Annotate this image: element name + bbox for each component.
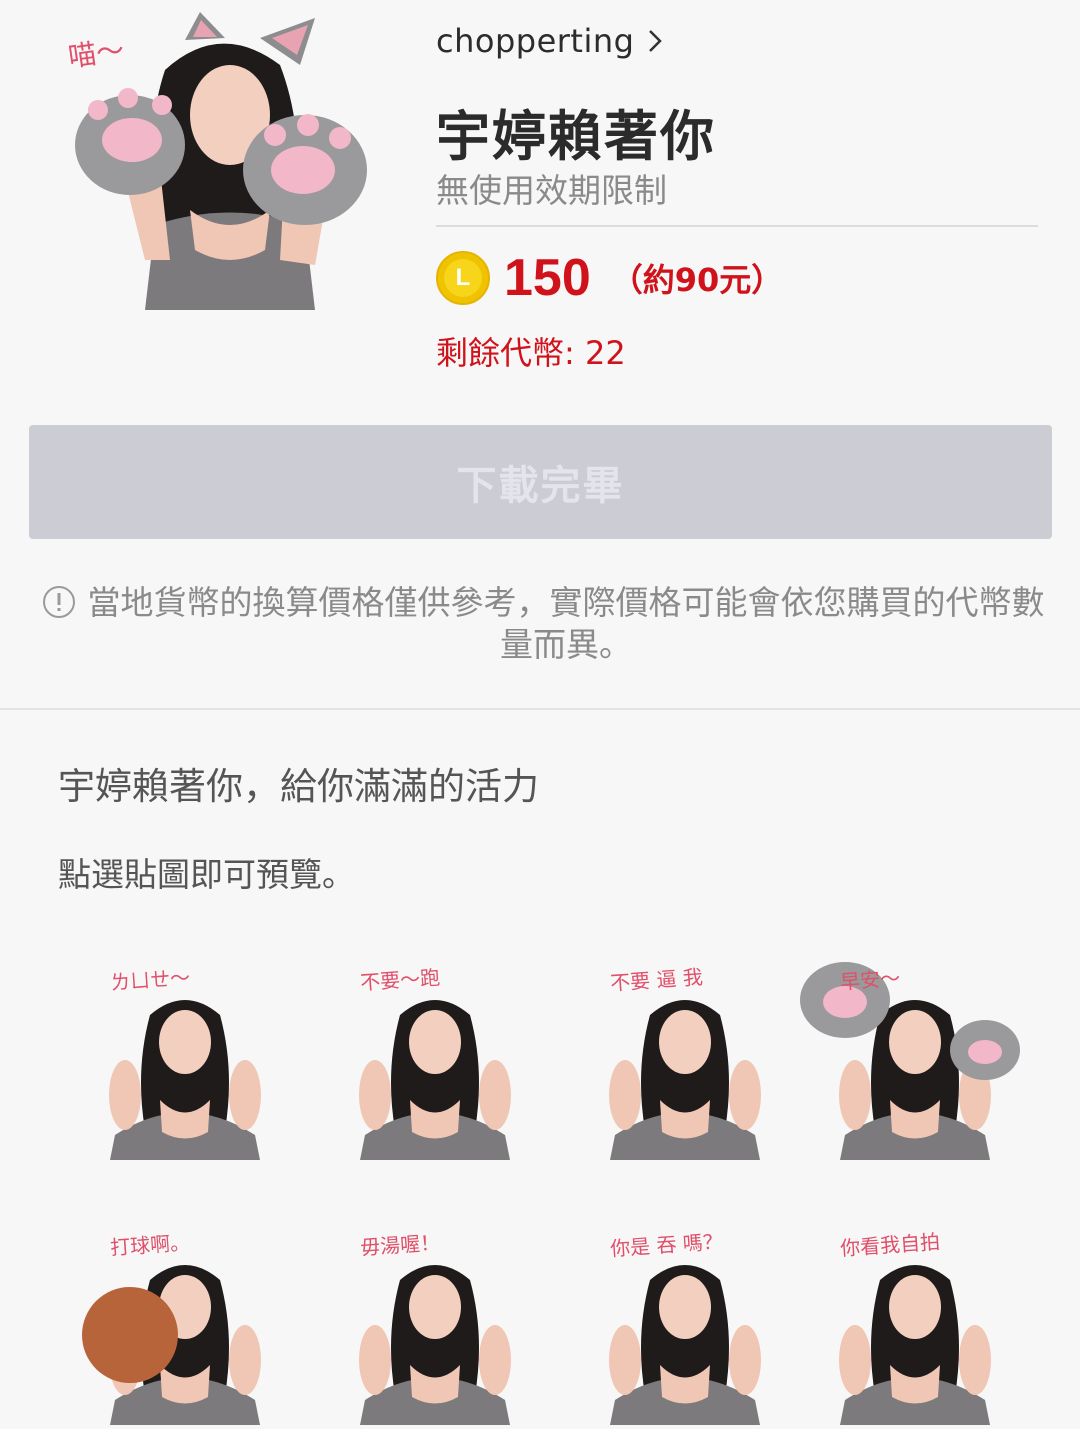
package-description: 宇婷賴著你，給你滿滿的活力 (58, 765, 539, 808)
sticker-caption: ㄌㄩㄝ～ (109, 965, 191, 995)
sticker-thumbnail[interactable]: 打球啊。 (70, 1225, 300, 1425)
sticker-thumbnail[interactable]: 你看我自拍 (800, 1225, 1030, 1425)
author-link[interactable]: chopperting (436, 22, 663, 60)
sticker-caption: 打球啊。 (109, 1230, 191, 1260)
preview-hint: 點選貼圖即可預覽。 (58, 855, 355, 894)
download-button[interactable]: 下載完畢 (29, 425, 1052, 539)
sticker-caption: 早安～ (839, 965, 901, 995)
sticker-thumbnail[interactable]: 不要 逼 我 (570, 960, 800, 1160)
sticker-thumbnail[interactable]: 早安～ (800, 960, 1030, 1160)
price-row: L 150 （約90元） (436, 249, 784, 307)
sticker-figure (800, 962, 1020, 1160)
sticker-caption: 毋湯喔！ (359, 1230, 441, 1260)
sticker-caption: 不要～跑 (359, 965, 441, 995)
coin-balance: 剩餘代幣: 22 (436, 334, 626, 372)
header-divider (436, 225, 1038, 227)
sticker-thumbnail[interactable]: 你是 吞 嗎？ (570, 1225, 800, 1425)
section-divider (0, 708, 1080, 710)
sticker-thumbnail[interactable]: ㄌㄩㄝ～ (70, 960, 300, 1160)
validity-text: 無使用效期限制 (436, 171, 667, 210)
info-icon (43, 586, 75, 618)
chevron-right-icon (649, 30, 663, 52)
sticker-thumbnail[interactable]: 不要～跑 (320, 960, 550, 1160)
sticker-title: 宇婷賴著你 (436, 105, 716, 168)
hero-sticker-caption: 喵～ (66, 33, 127, 74)
coin-letter: L (444, 259, 482, 297)
download-button-label: 下載完畢 (456, 463, 625, 509)
price-value: 150 (504, 249, 591, 307)
sticker-thumbnail[interactable]: 毋湯喔！ (320, 1225, 550, 1425)
author-name: chopperting (436, 22, 635, 60)
coin-icon: L (436, 251, 490, 305)
price-approx: （約90元） (610, 261, 784, 299)
price-notice: 當地貨幣的換算價格僅供參考，實際價格可能會依您購買的代幣數量而異。 (87, 583, 1045, 664)
